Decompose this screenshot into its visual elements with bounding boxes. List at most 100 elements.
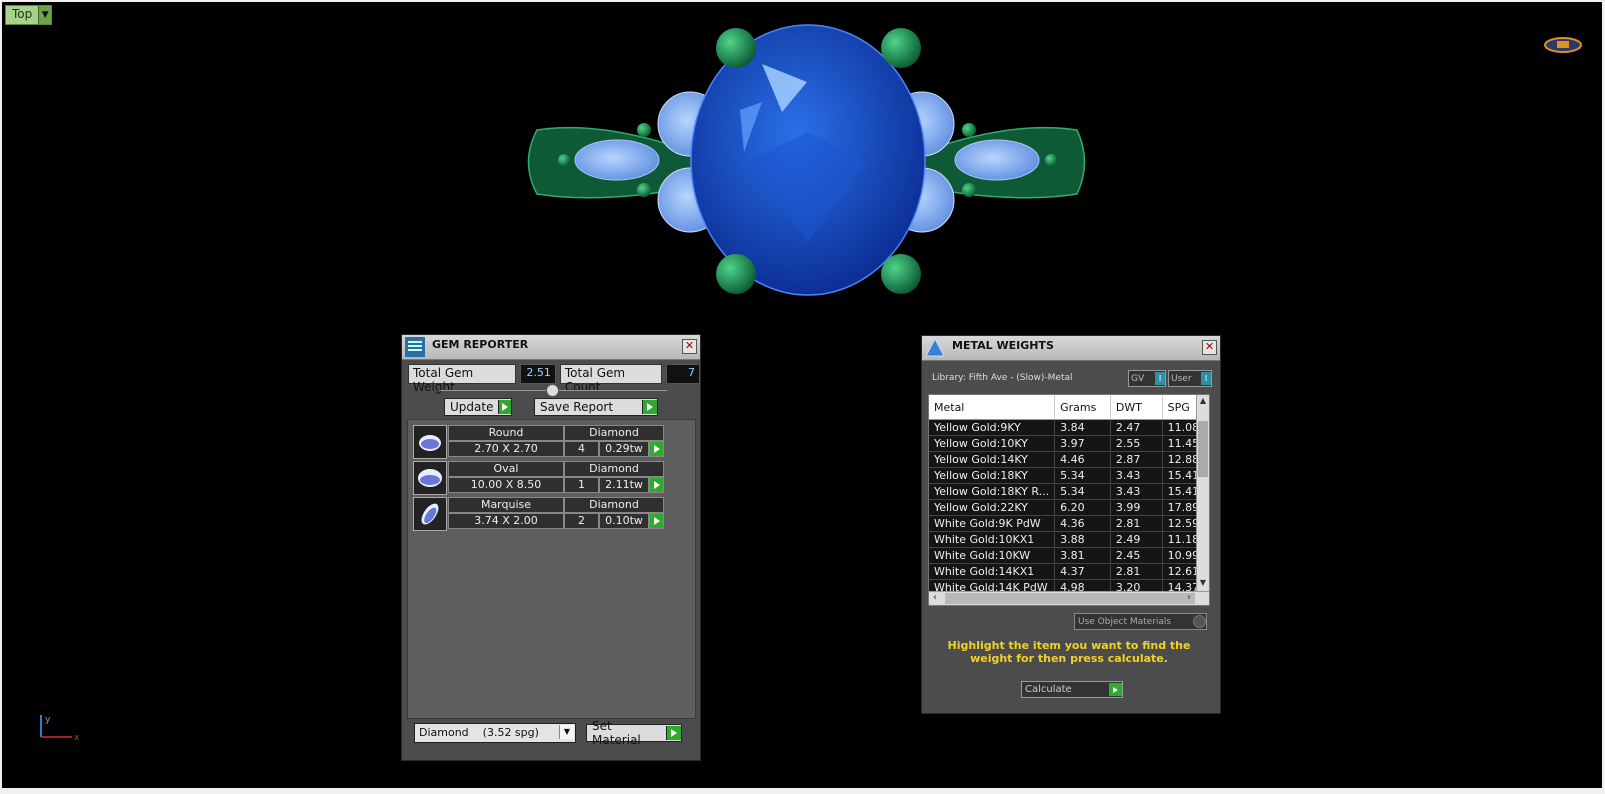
axis-indicator: y x — [36, 713, 86, 747]
table-cell: 3.81 — [1054, 547, 1111, 564]
table-cell: 2.55 — [1110, 435, 1163, 452]
ring-model — [527, 24, 1086, 296]
column-header[interactable]: Grams — [1054, 395, 1111, 420]
prong — [881, 28, 921, 68]
prong — [716, 254, 756, 294]
table-row[interactable]: Yellow Gold:18KY R... 5.34 3.43 15.41 — [929, 483, 1209, 500]
panel-titlebar[interactable]: GEM REPORTER ✕ — [402, 335, 700, 360]
table-cell: Yellow Gold:9KY — [929, 419, 1056, 436]
table-cell: 3.43 — [1110, 467, 1163, 484]
table-cell: 2.45 — [1110, 547, 1163, 564]
table-cell: 2.49 — [1110, 531, 1163, 548]
panel-titlebar[interactable]: METAL WEIGHTS ✕ — [922, 336, 1220, 361]
chevron-left-icon[interactable]: ‹ — [929, 592, 941, 605]
material-select[interactable]: Diamond (3.52 spg) ▼ — [414, 723, 576, 743]
table-row[interactable]: Yellow Gold:18KY 5.34 3.43 15.41 — [929, 467, 1209, 484]
table-cell: White Gold:10KW — [929, 547, 1056, 564]
table-cell: Yellow Gold:14KY — [929, 451, 1056, 468]
total-gem-count-label: Total Gem Count — [559, 364, 662, 394]
collapse-icon[interactable] — [546, 384, 559, 397]
table-cell: White Gold:14KX1 — [929, 563, 1056, 580]
column-header[interactable]: Metal — [929, 395, 1056, 420]
table-row[interactable]: Yellow Gold:14KY 4.46 2.87 12.88 — [929, 451, 1209, 468]
prong — [637, 123, 651, 137]
marquise-gem — [574, 139, 660, 181]
chevron-down-icon[interactable]: ▼ — [559, 725, 574, 739]
table-cell: 4.36 — [1054, 515, 1111, 532]
table-cell: 6.20 — [1054, 499, 1111, 516]
library-label: Library: Fifth Ave - (Slow)-Metal — [932, 373, 1073, 383]
radio-icon — [1193, 615, 1206, 628]
table-cell: Yellow Gold:18KY — [929, 467, 1056, 484]
chevron-down-icon[interactable]: ▼ — [1197, 578, 1209, 590]
gem-row[interactable]: Round Diamond 2.70 X 2.70 4 0.29tw — [413, 425, 669, 459]
horizontal-scrollbar[interactable]: ‹ › — [929, 591, 1209, 605]
table-cell: 3.99 — [1110, 499, 1163, 516]
table-cell: White Gold:10KX1 — [929, 531, 1056, 548]
table-row[interactable]: Yellow Gold:22KY 6.20 3.99 17.89 — [929, 499, 1209, 516]
scroll-thumb[interactable] — [1198, 421, 1208, 477]
calculate-button[interactable]: Calculate — [1021, 681, 1123, 698]
play-icon[interactable] — [649, 513, 664, 529]
table-cell: 4.37 — [1054, 563, 1111, 580]
set-material-button[interactable]: Set Material — [586, 719, 682, 747]
vertical-scrollbar[interactable]: ▲ ▼ — [1196, 395, 1209, 591]
chevron-up-icon[interactable]: ▲ — [1197, 396, 1209, 408]
marquise-gem — [954, 139, 1040, 181]
column-header[interactable]: DWT — [1110, 395, 1163, 420]
table-row[interactable]: White Gold:14KX1 4.37 2.81 12.61 — [929, 563, 1209, 580]
prong — [881, 254, 921, 294]
scroll-thumb[interactable] — [945, 593, 1195, 604]
metal-weights-panel: METAL WEIGHTS ✕ Library: Fifth Ave - (Sl… — [921, 335, 1221, 714]
play-icon[interactable] — [649, 477, 664, 493]
navigation-gizmo-icon[interactable] — [1543, 35, 1583, 61]
gem-shape: Oval — [448, 461, 564, 477]
table-row[interactable]: White Gold:10KW 3.81 2.45 10.99 — [929, 547, 1209, 564]
gem-weight: 0.29tw — [599, 441, 649, 457]
gem-row[interactable]: Marquise Diamond 3.74 X 2.00 2 0.10tw — [413, 497, 669, 531]
play-icon[interactable] — [649, 441, 664, 457]
table-cell: 2.47 — [1110, 419, 1163, 436]
close-icon[interactable]: ✕ — [682, 339, 697, 354]
total-gem-weight-label: Total Gem Weight — [408, 364, 516, 394]
metal-table-container: Metal Grams DWT SPG Yellow Gold:9KY 3.84 2.47… — [928, 394, 1210, 606]
play-icon — [642, 400, 657, 414]
table-row[interactable]: Yellow Gold:9KY 3.84 2.47 11.08 — [929, 419, 1209, 436]
total-gem-count-value: 7 — [666, 364, 700, 384]
prong — [962, 183, 976, 197]
hint-text: Highlight the item you want to find the … — [947, 639, 1191, 665]
gv-toggle[interactable]: GV I — [1128, 370, 1166, 387]
panel-title: GEM REPORTER — [432, 338, 529, 351]
table-row[interactable]: Yellow Gold:10KY 3.97 2.55 11.45 — [929, 435, 1209, 452]
gem-shape: Round — [448, 425, 564, 441]
use-object-materials-toggle[interactable]: Use Object Materials — [1074, 613, 1207, 630]
prong — [962, 123, 976, 137]
table-cell: White Gold:9K PdW — [929, 515, 1056, 532]
gem-count: 4 — [564, 441, 599, 457]
table-cell: Yellow Gold:10KY — [929, 435, 1056, 452]
user-toggle[interactable]: User I — [1168, 370, 1212, 387]
table-cell: 3.84 — [1054, 419, 1111, 436]
close-icon[interactable]: ✕ — [1202, 340, 1217, 355]
table-cell: 2.87 — [1110, 451, 1163, 468]
save-report-button[interactable]: Save Report — [534, 398, 658, 416]
update-button[interactable]: Update — [444, 398, 512, 416]
gem-material: Diamond — [564, 497, 664, 513]
gem-shape: Marquise — [448, 497, 564, 513]
3d-viewport[interactable]: Top ▼ y x — [2, 2, 1602, 788]
gem-reporter-icon — [405, 337, 425, 357]
gem-list: Round Diamond 2.70 X 2.70 4 0.29tw Oval … — [407, 419, 696, 719]
gem-count: 2 — [564, 513, 599, 529]
gem-row[interactable]: Oval Diamond 10.00 X 8.50 1 2.11tw — [413, 461, 669, 495]
table-cell: 3.88 — [1054, 531, 1111, 548]
play-icon — [498, 400, 511, 414]
table-cell: 5.34 — [1054, 483, 1111, 500]
play-icon — [666, 726, 681, 740]
table-row[interactable]: White Gold:9K PdW 4.36 2.81 12.59 — [929, 515, 1209, 532]
prong — [1045, 154, 1057, 166]
gem-count: 1 — [564, 477, 599, 493]
table-row[interactable]: White Gold:10KX1 3.88 2.49 11.18 — [929, 531, 1209, 548]
prong — [716, 28, 756, 68]
chevron-right-icon[interactable]: › — [1183, 592, 1195, 605]
table-cell: Yellow Gold:22KY — [929, 499, 1056, 516]
